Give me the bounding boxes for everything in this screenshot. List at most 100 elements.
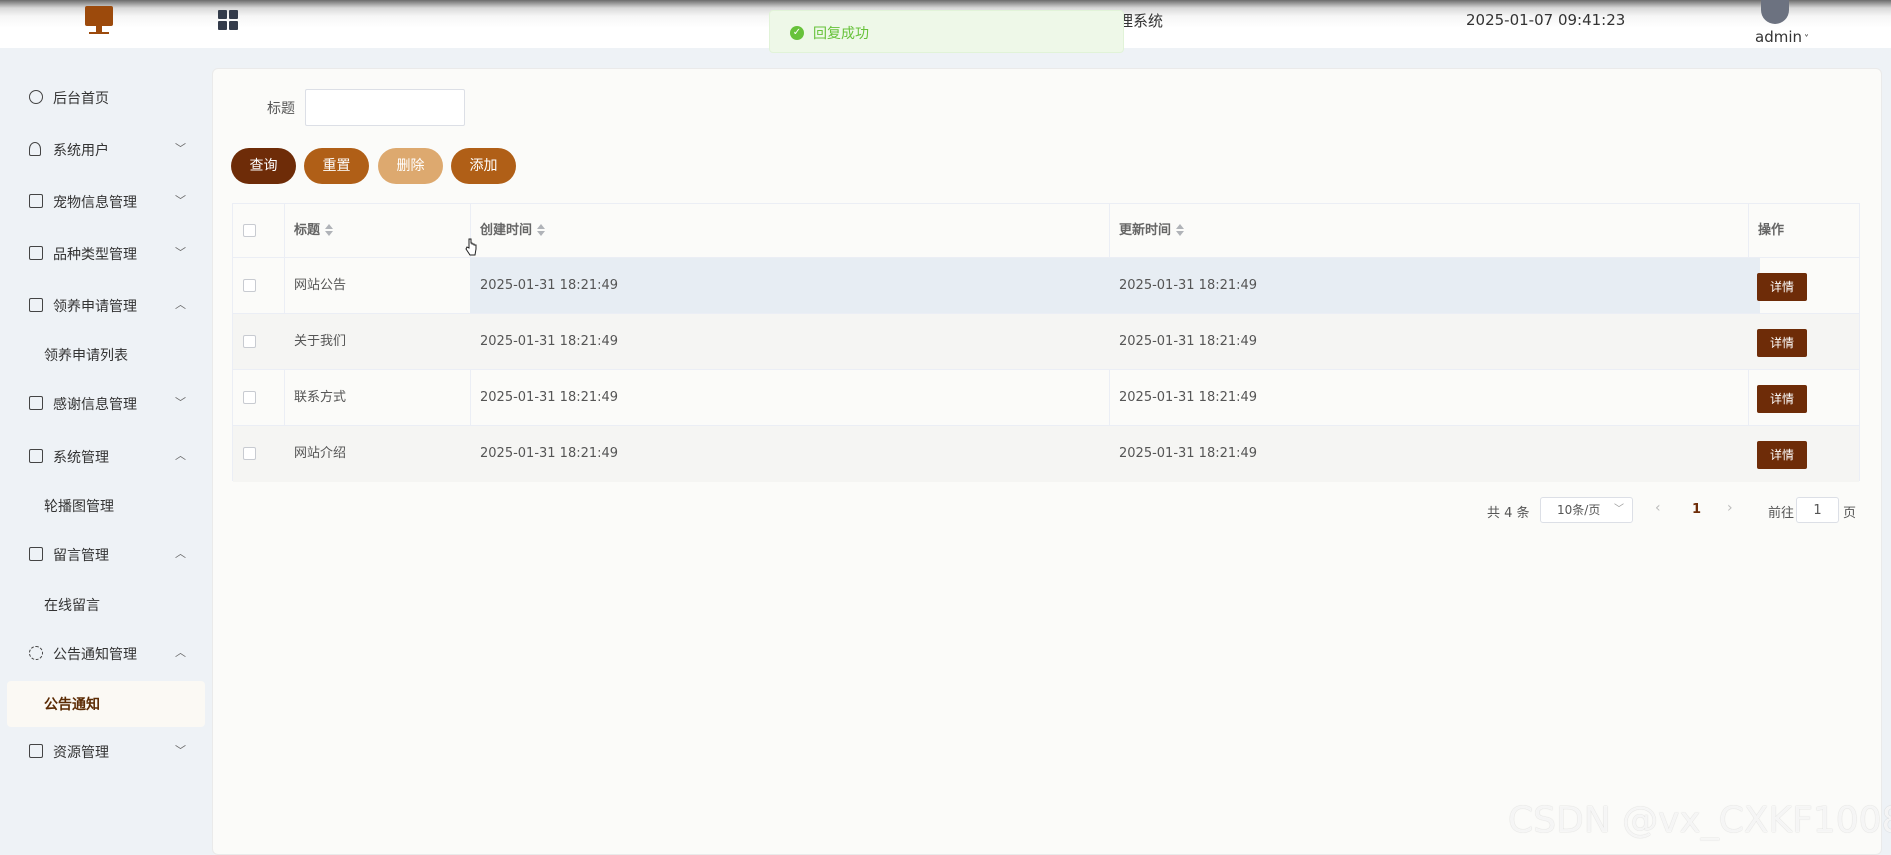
user-avatar[interactable] bbox=[1761, 0, 1789, 24]
goto-page-input[interactable] bbox=[1796, 497, 1839, 523]
next-page-icon[interactable]: › bbox=[1727, 500, 1733, 516]
chevron-up-icon: ︿ bbox=[175, 646, 186, 659]
sidebar-item-adoption[interactable]: 领养申请管理 ︿ bbox=[0, 286, 205, 326]
sidebar-item-label: 感谢信息管理 bbox=[53, 397, 137, 413]
search-title-label: 标题 bbox=[267, 101, 295, 117]
detail-button[interactable]: 详情 bbox=[1757, 385, 1807, 413]
sidebar-item-label: 后台首页 bbox=[53, 91, 109, 107]
sidebar-subitem-carousel[interactable]: 轮播图管理 bbox=[0, 486, 205, 526]
search-title-input[interactable] bbox=[305, 89, 465, 126]
printer-icon bbox=[29, 744, 43, 758]
chevron-up-icon: ︿ bbox=[175, 298, 186, 311]
cell-title: 网站介绍 bbox=[294, 446, 347, 461]
chevron-down-icon: ﹀ bbox=[175, 744, 186, 757]
success-toast: ✓ 回复成功 bbox=[769, 10, 1124, 53]
card-icon bbox=[29, 246, 43, 260]
column-header-created[interactable]: 创建时间 bbox=[470, 204, 546, 258]
prev-page-icon[interactable]: ‹ bbox=[1655, 500, 1661, 516]
sidebar-item-label: 品种类型管理 bbox=[53, 247, 137, 263]
sidebar: 后台首页 系统用户 ﹀ 宠物信息管理 ﹀ 品种类型管理 ﹀ 领养申请管理 ︿ 领… bbox=[0, 48, 205, 855]
detail-button[interactable]: 详情 bbox=[1757, 273, 1807, 301]
reset-button[interactable]: 重置 bbox=[304, 148, 369, 184]
sidebar-subitem-label: 在线留言 bbox=[44, 598, 100, 614]
goto-label: 前往 bbox=[1768, 506, 1795, 521]
sidebar-item-system-users[interactable]: 系统用户 ﹀ bbox=[0, 130, 205, 170]
chevron-up-icon: ︿ bbox=[175, 449, 186, 462]
sidebar-subitem-label: 公告通知 bbox=[44, 697, 100, 713]
row-checkbox[interactable] bbox=[243, 279, 256, 292]
cell-title: 联系方式 bbox=[294, 390, 347, 405]
detail-button[interactable]: 详情 bbox=[1757, 441, 1807, 469]
logo-monitor-icon bbox=[85, 6, 113, 34]
page-number-current[interactable]: 1 bbox=[1692, 502, 1701, 517]
chevron-down-icon: ﹀ bbox=[175, 246, 186, 259]
sidebar-item-pet-info[interactable]: 宠物信息管理 ﹀ bbox=[0, 182, 205, 222]
card-icon bbox=[29, 298, 43, 312]
header-datetime: 2025-01-07 09:41:23 bbox=[1466, 11, 1626, 29]
sidebar-subitem-online-messages[interactable]: 在线留言 bbox=[0, 585, 205, 625]
menu-toggle-grid-icon[interactable] bbox=[218, 10, 238, 30]
sidebar-subitem-notice[interactable]: 公告通知 bbox=[7, 681, 205, 727]
query-button[interactable]: 查询 bbox=[231, 148, 296, 184]
cell-created: 2025-01-31 18:21:49 bbox=[480, 446, 619, 461]
table-row[interactable]: 网站介绍 2025-01-31 18:21:49 2025-01-31 18:2… bbox=[233, 426, 1859, 482]
sort-icon[interactable] bbox=[325, 223, 334, 237]
column-header-updated[interactable]: 更新时间 bbox=[1109, 204, 1185, 258]
sidebar-item-dashboard[interactable]: 后台首页 bbox=[0, 78, 205, 118]
sidebar-item-label: 系统用户 bbox=[53, 143, 109, 159]
page-size-value: 10条/页 bbox=[1557, 503, 1601, 517]
cell-title: 网站公告 bbox=[294, 278, 347, 293]
sidebar-item-label: 领养申请管理 bbox=[53, 299, 137, 315]
watermark-text: CSDN @vx_CXKF10088 bbox=[1508, 800, 1891, 841]
cell-updated: 2025-01-31 18:21:49 bbox=[1119, 334, 1258, 349]
card-icon bbox=[29, 396, 43, 410]
cell-title: 关于我们 bbox=[294, 334, 347, 349]
success-check-icon: ✓ bbox=[790, 26, 804, 40]
delete-button[interactable]: 删除 bbox=[378, 148, 443, 184]
sidebar-item-resources[interactable]: 资源管理 ﹀ bbox=[0, 732, 205, 772]
row-checkbox[interactable] bbox=[243, 391, 256, 404]
pagination-total: 共 4 条 bbox=[1487, 506, 1530, 521]
hand-cursor-icon bbox=[465, 238, 477, 256]
sidebar-subitem-adoption-list[interactable]: 领养申请列表 bbox=[0, 335, 205, 375]
sort-icon[interactable] bbox=[1176, 223, 1185, 237]
page-suffix-label: 页 bbox=[1843, 506, 1857, 521]
cell-created: 2025-01-31 18:21:49 bbox=[480, 390, 619, 405]
sort-icon[interactable] bbox=[537, 223, 546, 237]
table-row[interactable]: 联系方式 2025-01-31 18:21:49 2025-01-31 18:2… bbox=[233, 370, 1859, 426]
sidebar-item-system-manage[interactable]: 系统管理 ︿ bbox=[0, 437, 205, 477]
folder-check-icon bbox=[29, 449, 43, 463]
chevron-down-icon: ﹀ bbox=[1614, 504, 1624, 515]
cell-created: 2025-01-31 18:21:49 bbox=[480, 278, 619, 293]
sidebar-item-label: 留言管理 bbox=[53, 548, 109, 564]
folder-check-icon bbox=[29, 547, 43, 561]
chevron-down-icon: ﹀ bbox=[175, 396, 186, 409]
chevron-down-icon: ﹀ bbox=[175, 142, 186, 155]
sidebar-item-messages[interactable]: 留言管理 ︿ bbox=[0, 535, 205, 575]
table-row[interactable]: 关于我们 2025-01-31 18:21:49 2025-01-31 18:2… bbox=[233, 314, 1859, 370]
toast-message: 回复成功 bbox=[813, 26, 869, 42]
loading-icon bbox=[29, 646, 43, 660]
page-size-select[interactable]: 10条/页 ﹀ bbox=[1540, 497, 1633, 523]
cell-updated: 2025-01-31 18:21:49 bbox=[1119, 390, 1258, 405]
system-title: 理系统 bbox=[1118, 12, 1164, 30]
sidebar-item-label: 资源管理 bbox=[53, 745, 109, 761]
sidebar-item-label: 系统管理 bbox=[53, 450, 109, 466]
row-checkbox[interactable] bbox=[243, 447, 256, 460]
row-checkbox[interactable] bbox=[243, 335, 256, 348]
sidebar-item-label: 公告通知管理 bbox=[53, 647, 137, 663]
select-all-checkbox[interactable] bbox=[243, 224, 256, 237]
add-button[interactable]: 添加 bbox=[451, 148, 516, 184]
detail-button[interactable]: 详情 bbox=[1757, 329, 1807, 357]
sidebar-item-thanks[interactable]: 感谢信息管理 ﹀ bbox=[0, 384, 205, 424]
sidebar-item-label: 宠物信息管理 bbox=[53, 195, 137, 211]
sidebar-subitem-label: 领养申请列表 bbox=[44, 348, 128, 364]
user-menu[interactable]: admin ˅ bbox=[1755, 28, 1809, 46]
column-header-title[interactable]: 标题 bbox=[284, 204, 334, 258]
username: admin bbox=[1755, 28, 1802, 46]
table-row[interactable]: 网站公告 2025-01-31 18:21:49 2025-01-31 18:2… bbox=[233, 258, 1859, 314]
cell-updated: 2025-01-31 18:21:49 bbox=[1119, 278, 1258, 293]
sidebar-item-breed-types[interactable]: 品种类型管理 ﹀ bbox=[0, 234, 205, 274]
cell-created: 2025-01-31 18:21:49 bbox=[480, 334, 619, 349]
sidebar-item-notices[interactable]: 公告通知管理 ︿ bbox=[0, 634, 205, 674]
